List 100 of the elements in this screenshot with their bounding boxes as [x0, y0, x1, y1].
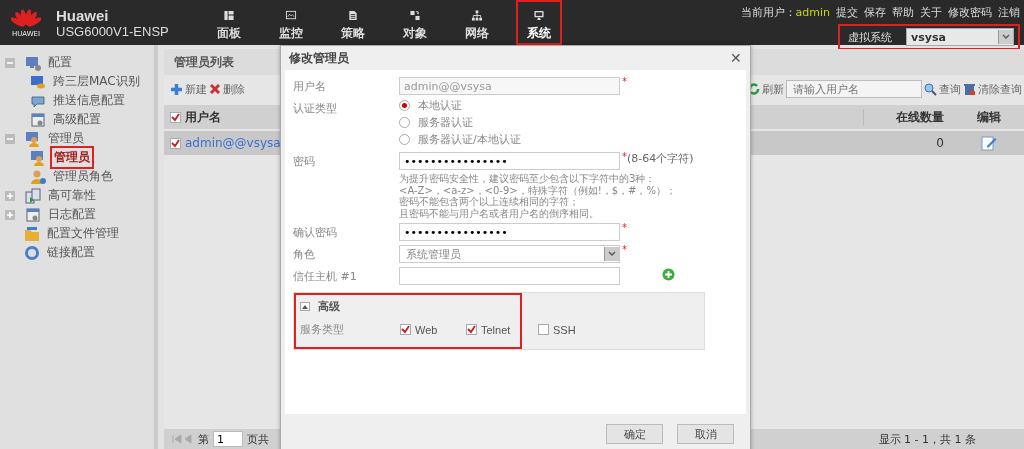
- dropdown-button[interactable]: [604, 247, 619, 261]
- radio-option[interactable]: 本地认证: [399, 98, 521, 113]
- vsys-select[interactable]: vsysa: [906, 28, 1014, 46]
- refresh-icon: [748, 83, 760, 95]
- required-mark: *: [622, 244, 627, 255]
- sidebar-item[interactable]: 高可靠性: [45, 185, 99, 206]
- role-select[interactable]: 系统管理员: [399, 245, 620, 263]
- expand-icon[interactable]: [5, 190, 15, 201]
- new-button[interactable]: 新建: [170, 81, 207, 97]
- close-button[interactable]: ✕: [730, 50, 742, 66]
- confirm-button[interactable]: 确定: [606, 424, 663, 444]
- delete-button[interactable]: 删除: [209, 81, 245, 97]
- checkbox[interactable]: [400, 324, 411, 335]
- checkbox[interactable]: [538, 324, 549, 335]
- plus-icon: [170, 82, 183, 96]
- user-label: 当前用户：admin: [740, 5, 830, 20]
- search-field[interactable]: 请输入用户名: [786, 80, 922, 98]
- sidebar-item[interactable]: 配置: [45, 52, 75, 73]
- field-label: 密码: [293, 154, 316, 169]
- required-mark: *: [622, 76, 627, 87]
- header-link[interactable]: 修改密码: [948, 5, 992, 20]
- cancel-button[interactable]: 取消: [677, 424, 734, 444]
- refresh-button[interactable]: 刷新: [748, 81, 784, 97]
- page-count-label: 页共: [247, 431, 269, 447]
- user-icon: [25, 130, 41, 147]
- monitor-icon: [30, 73, 46, 90]
- panel-title: 管理员列表: [174, 53, 234, 71]
- page-field[interactable]: 1: [213, 431, 243, 447]
- confirm-password-field[interactable]: ••••••••••••••••: [399, 223, 620, 241]
- caret-icon: [1002, 34, 1010, 40]
- trash-icon: [963, 82, 976, 96]
- checkbox[interactable]: [466, 324, 477, 335]
- edit-icon[interactable]: [981, 135, 997, 151]
- sidebar-item[interactable]: 日志配置: [45, 204, 99, 225]
- pager-arrows-icon[interactable]: [172, 434, 194, 444]
- column-header: 用户名: [185, 108, 221, 126]
- nav-tab[interactable]: 对象: [392, 0, 438, 45]
- nav-tab[interactable]: 策略: [330, 0, 376, 45]
- vsys-label: 虚拟系统: [848, 29, 892, 45]
- field-label: 服务类型: [300, 322, 345, 337]
- caret-icon: [608, 251, 616, 257]
- expand-icon[interactable]: [5, 209, 15, 220]
- service-option[interactable]: SSH: [538, 323, 590, 336]
- field-label: 认证类型: [293, 101, 338, 116]
- user-gear-icon: [30, 168, 46, 185]
- table-cell: 0: [936, 136, 944, 150]
- service-option[interactable]: Web: [400, 323, 452, 336]
- nav-tab[interactable]: 系统: [516, 0, 562, 45]
- sidebar-item[interactable]: 跨三层MAC识别: [50, 71, 143, 92]
- row-checkbox[interactable]: [170, 137, 181, 149]
- collapse-icon[interactable]: [300, 302, 310, 311]
- add-icon[interactable]: [662, 268, 675, 281]
- globe-icon: [24, 244, 40, 261]
- header-link[interactable]: 关于: [920, 5, 942, 20]
- logo-icon: [11, 7, 41, 30]
- field-label: 信任主机 #1: [293, 269, 358, 284]
- nav-tab[interactable]: 监控: [268, 0, 314, 45]
- page-label: 第: [198, 431, 209, 447]
- clear-search-button[interactable]: 清除查询: [963, 81, 1022, 97]
- sidebar-item[interactable]: 高级配置: [50, 109, 104, 130]
- calendar-icon: [25, 206, 41, 223]
- dropdown-button[interactable]: [998, 30, 1013, 44]
- radio-option[interactable]: 服务器认证/本地认证: [399, 132, 521, 147]
- search-button[interactable]: 查询: [924, 81, 961, 97]
- device-model: USG6000V1-ENSP: [56, 23, 169, 39]
- brand-name: Huawei: [56, 6, 110, 24]
- delete-icon: [209, 83, 221, 95]
- required-mark: *: [622, 222, 627, 233]
- length-note: (8-64个字符): [627, 151, 694, 166]
- sidebar-item[interactable]: 管理员: [45, 128, 87, 149]
- nav-tab[interactable]: 网络: [454, 0, 500, 45]
- header-link[interactable]: 帮助: [892, 5, 914, 20]
- password-hint: 为提升密码安全性，建议密码至少包含以下字符中的3种： <A-Z>，<a-z>，<0-9>，特殊字符（例如!，$，#，%）； 密码不能包含两个以上连续相同的字符； 且密码不能与用户名或者用户名的倒序相同。: [399, 173, 677, 219]
- field-label: 用户名: [293, 79, 327, 94]
- field-label: 确认密码: [293, 225, 338, 240]
- record-summary: 显示 1 - 1，共 1 条: [878, 431, 976, 447]
- header-link[interactable]: 注销: [998, 5, 1020, 20]
- radio-option[interactable]: 服务器认证: [399, 115, 521, 130]
- search-icon: [924, 82, 937, 96]
- nav-tab[interactable]: 面板: [206, 0, 252, 45]
- column-header: 在线数量: [896, 109, 944, 124]
- folder-icon: [24, 225, 40, 242]
- monitor-gear-icon: [25, 54, 41, 71]
- field-label: 角色: [293, 247, 316, 262]
- sidebar-item[interactable]: 配置文件管理: [44, 223, 122, 244]
- required-mark: *: [622, 151, 627, 162]
- sidebar-item[interactable]: 链接配置: [44, 242, 98, 263]
- sidebar-item[interactable]: 管理员角色: [50, 166, 116, 187]
- select-all-checkbox[interactable]: [170, 111, 181, 123]
- header-link[interactable]: 保存: [864, 5, 886, 20]
- dialog-title: 修改管理员: [289, 49, 349, 67]
- section-title: 高级: [318, 299, 340, 314]
- sync-icon: [25, 187, 41, 204]
- calendar-icon: [30, 111, 46, 128]
- trusted-host-field[interactable]: [399, 267, 620, 285]
- sidebar-item[interactable]: 推送信息配置: [50, 90, 128, 111]
- service-option[interactable]: Telnet: [466, 323, 518, 336]
- password-field[interactable]: ••••••••••••••••: [399, 152, 620, 170]
- sidebar-item[interactable]: 管理员: [50, 146, 94, 169]
- header-link[interactable]: 提交: [836, 5, 858, 20]
